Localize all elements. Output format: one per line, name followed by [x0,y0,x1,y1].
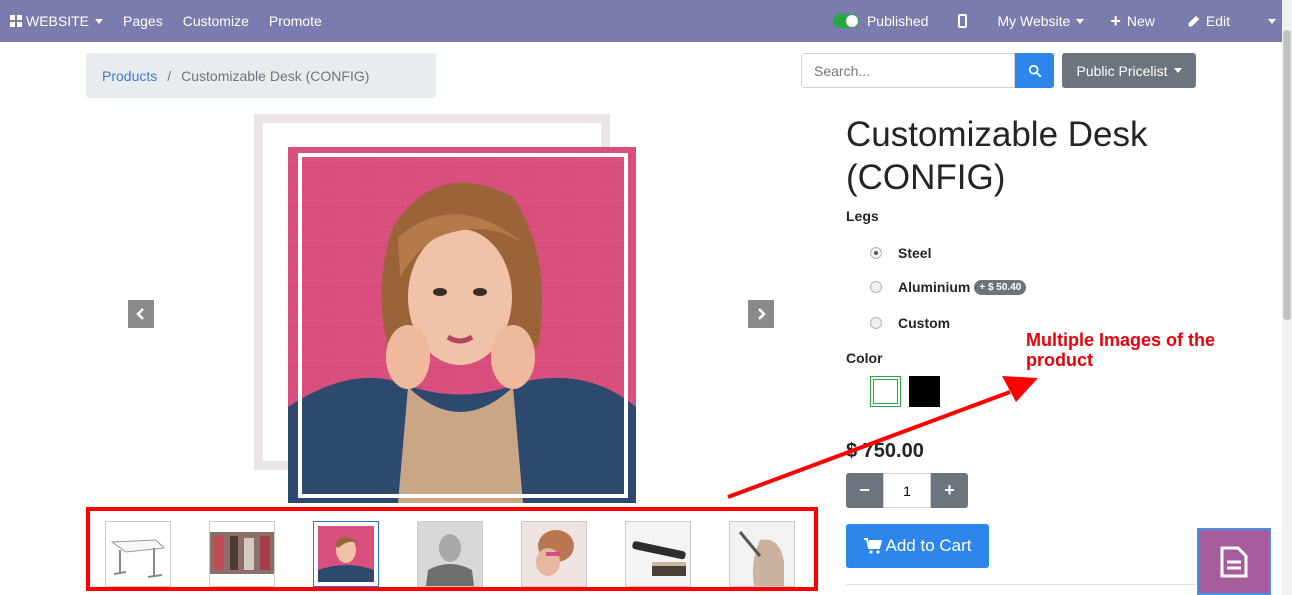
annotation-text: Multiple Images of the product [1026,330,1216,370]
search-input[interactable] [801,53,1015,88]
thumbnail-desk[interactable] [105,521,171,587]
radio-unchecked-icon[interactable] [870,317,882,329]
legs-option-label: Steel [898,245,932,261]
price-extra-badge: + $ 50.40 [974,279,1027,295]
legs-option-label: Custom [898,315,951,331]
carousel-next-button[interactable] [748,300,774,328]
floating-document-button[interactable] [1197,528,1271,595]
legs-option-custom[interactable]: Custom [870,315,950,331]
website-menu-label: WEBSITE [26,13,90,29]
nav-promote[interactable]: Promote [259,0,332,42]
my-website-menu[interactable]: My Website [987,0,1094,42]
new-button[interactable]: + New [1094,0,1171,42]
legs-label: Legs [846,208,879,224]
top-navbar: WEBSITE Pages Customize Promote Publishe… [0,0,1292,42]
radio-unchecked-icon[interactable] [870,281,882,293]
page-scrollbar[interactable] [1282,0,1292,595]
breadcrumb: Products / Customizable Desk (CONFIG) [86,53,436,98]
legs-option-steel[interactable]: Steel [870,245,931,261]
chevron-left-icon [136,308,144,320]
mobile-preview-button[interactable] [938,0,987,42]
thumbnail-woman-hairstyle[interactable] [521,521,587,587]
main-product-image [288,147,636,503]
search-button[interactable] [1015,53,1054,88]
radio-checked-icon[interactable] [870,247,882,259]
search-icon [1028,64,1041,77]
pricelist-dropdown[interactable]: Public Pricelist [1062,53,1196,88]
plus-icon: + [1110,10,1121,31]
legs-option-aluminium[interactable]: Aluminium + $ 50.40 [870,279,1027,295]
pencil-icon [1188,15,1200,26]
section-divider [846,584,1196,585]
edit-button[interactable]: Edit [1171,0,1246,42]
pricelist-label: Public Pricelist [1076,62,1168,79]
thumbnail-shop[interactable] [209,521,275,587]
apps-grid-icon [10,15,22,27]
caret-down-icon [1076,18,1085,24]
search-group [801,53,1054,88]
toggle-switch-icon [832,14,859,28]
breadcrumb-current: Customizable Desk (CONFIG) [181,67,370,84]
chevron-right-icon [758,308,766,320]
thumbnail-woman-hair-tool[interactable] [729,521,795,587]
document-icon [1220,546,1248,577]
breadcrumb-separator: / [167,67,172,84]
mobile-phone-icon [958,14,968,28]
annotation-arrow [727,376,1038,499]
website-menu[interactable]: WEBSITE [0,0,113,42]
add-to-cart-button[interactable]: Add to Cart [846,524,989,568]
published-label: Published [866,13,929,29]
product-image-carousel [86,110,816,505]
image-white-frame [298,153,628,498]
caret-down-icon [1268,18,1276,24]
thumbnail-strip [86,507,818,591]
legs-option-label: Aluminium [898,279,971,295]
thumbnail-woman-pink[interactable] [313,521,379,587]
carousel-prev-button[interactable] [128,300,154,328]
nav-pages[interactable]: Pages [113,0,173,42]
caret-down-icon [1173,68,1182,73]
scrollbar-thumb[interactable] [1283,30,1291,320]
thumbnail-man-portrait[interactable] [417,521,483,587]
shopping-cart-icon [863,538,882,554]
caret-down-icon [95,18,104,24]
edit-label: Edit [1205,13,1230,29]
product-title: Customizable Desk (CONFIG) [846,115,1148,197]
breadcrumb-products-link[interactable]: Products [102,68,157,84]
thumbnail-hair-straightener[interactable] [625,521,691,587]
nav-customize[interactable]: Customize [173,0,259,42]
published-toggle[interactable]: Published [823,0,939,42]
add-to-cart-label: Add to Cart [885,536,972,555]
my-website-label: My Website [997,13,1071,29]
new-label: New [1126,13,1155,29]
